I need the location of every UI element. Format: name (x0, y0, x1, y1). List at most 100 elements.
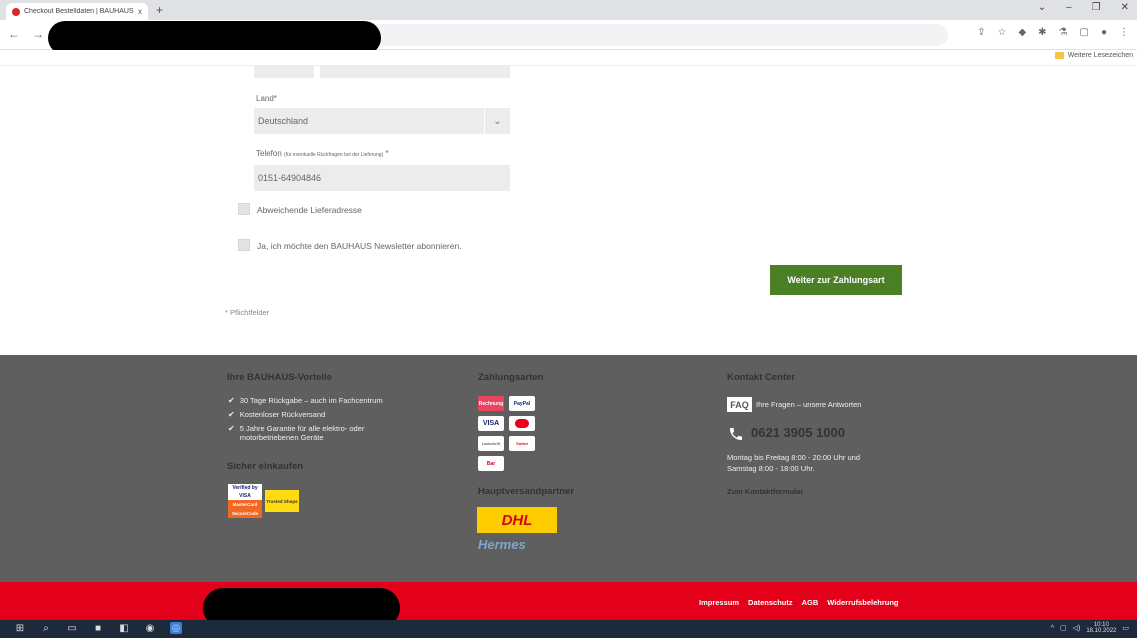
window-controls: ⌄ – ❐ ✕ (1038, 2, 1129, 13)
file-explorer-icon[interactable]: ■ (92, 622, 104, 634)
direct-debit-payment-icon: Lastschrift (478, 436, 504, 451)
verified-by-visa-badge: Verified by VISA (228, 484, 262, 500)
advantage-item: ✔ Kostenloser Rückversand (228, 410, 398, 420)
newsletter-checkbox[interactable] (238, 239, 250, 251)
browser-tab[interactable]: Checkout Bestelldaten | BAUHAUS x (6, 3, 148, 20)
contact-center-title: Kontakt Center (727, 372, 796, 383)
privacy-link[interactable]: Datenschutz (748, 598, 793, 607)
browser-tabbar: Checkout Bestelldaten | BAUHAUS x + ⌄ – … (0, 0, 1137, 20)
terms-link[interactable]: AGB (802, 598, 819, 607)
forward-button[interactable]: → (32, 27, 44, 41)
phone-icon (730, 428, 742, 440)
secure-shopping-title: Sicher einkaufen (227, 461, 304, 472)
flask-icon[interactable]: ⚗ (1059, 27, 1068, 38)
phone-field[interactable]: 0151-64904846 (254, 165, 510, 191)
mastercard-circles-icon (515, 419, 529, 428)
close-window-button[interactable]: ✕ (1121, 2, 1129, 13)
hours-line: Montag bis Freitag 8:00 - 20:00 Uhr und (727, 453, 860, 462)
taskbar-apps: ⊞ ⌕ ▭ ■ ◧ ◉ ◎ (14, 622, 182, 634)
advantages-title: Ihre BAUHAUS-Vorteile (227, 372, 332, 383)
continue-to-payment-button[interactable]: Weiter zur Zahlungsart (770, 265, 902, 295)
minimize-button[interactable]: – (1066, 2, 1072, 13)
tray-overflow-icon[interactable]: ^ (1051, 625, 1054, 632)
tab-title: Checkout Bestelldaten | BAUHAUS (24, 8, 134, 15)
chevron-down-icon: ⌄ (484, 108, 510, 134)
faq-link[interactable]: Ihre Fragen – unsere Antworten (756, 400, 861, 409)
dhl-logo: DHL (477, 507, 557, 533)
new-tab-button[interactable]: + (156, 3, 163, 17)
phone-label: Telefon (für eventuelle Rückfragen bei d… (256, 149, 389, 158)
advantage-text: Kostenloser Rückversand (239, 410, 326, 419)
newsletter-label[interactable]: Ja, ich möchte den BAUHAUS Newsletter ab… (257, 241, 462, 251)
extension-icons: ⇪ ☆ ◆ ✱ ⚗ ▢ ● ⋮ (977, 27, 1129, 38)
edge-icon[interactable]: ◉ (144, 622, 156, 634)
shipping-partner-title: Hauptversandpartner (478, 486, 575, 497)
store-icon[interactable]: ◧ (118, 622, 130, 634)
country-select[interactable]: Deutschland ⌄ (254, 108, 510, 134)
check-icon: ✔ (228, 410, 235, 419)
trusted-shops-badge: Trusted Shops (265, 490, 299, 512)
advantage-item: ✔ 30 Tage Rückgabe – auch im Fachcentrum (228, 396, 398, 406)
clock[interactable]: 10:10 18.10.2022 (1086, 622, 1116, 634)
windows-start-icon[interactable]: ⊞ (14, 622, 26, 634)
search-icon[interactable]: ⌕ (40, 622, 52, 634)
profile-icon[interactable]: ● (1101, 27, 1107, 38)
zip-field[interactable] (254, 66, 314, 78)
hotline-number[interactable]: 0621 3905 1000 (751, 425, 845, 440)
task-view-icon[interactable]: ▭ (66, 622, 78, 634)
chrome-icon[interactable]: ◎ (170, 622, 182, 634)
hermes-logo: Hermes (478, 537, 526, 552)
phone-hint: (für eventuelle Rückfragen bei der Liefe… (284, 152, 384, 158)
bookmarks-folder-label: Weitere Lesezeichen (1067, 52, 1133, 59)
cash-payment-icon: Bar (478, 456, 504, 471)
phone-label-text: Telefon (256, 149, 282, 158)
network-icon[interactable]: ▢ (1060, 624, 1067, 632)
bookmarks-bar: Weitere Lesezeichen (0, 50, 1137, 66)
invoice-payment-icon: Rechnung (478, 396, 504, 411)
folder-icon (1054, 52, 1064, 59)
country-label: Land* (256, 94, 277, 103)
hours-line: Samstag 8:00 - 18:00 Uhr. (727, 463, 815, 473)
country-value: Deutschland (258, 116, 309, 126)
notifications-icon[interactable]: ▭ (1122, 624, 1129, 632)
menu-icon[interactable]: ⋮ (1119, 27, 1129, 38)
sidepanel-icon[interactable]: ▢ (1080, 27, 1089, 38)
puzzle-icon[interactable]: ✱ (1038, 27, 1046, 38)
bookmarks-folder[interactable]: Weitere Lesezeichen (1054, 52, 1133, 59)
visa-payment-icon: VISA (478, 416, 504, 431)
system-tray: ^ ▢ ◁) 10:10 18.10.2022 ▭ (1051, 622, 1129, 634)
screen: Checkout Bestelldaten | BAUHAUS x + ⌄ – … (0, 0, 1137, 638)
check-icon: ✔ (228, 396, 235, 405)
extension-icon[interactable]: ◆ (1018, 27, 1026, 38)
city-field[interactable] (320, 66, 510, 78)
restore-button[interactable]: ❐ (1092, 2, 1101, 13)
check-icon: ✔ (228, 424, 235, 433)
sofort-payment-icon: Sofort (509, 436, 535, 451)
alt-address-checkbox[interactable] (238, 203, 250, 215)
legal-links: Impressum Datenschutz AGB Widerrufsbeleh… (699, 598, 899, 607)
back-button[interactable]: ← (8, 27, 20, 41)
bookmark-star-icon[interactable]: ☆ (997, 27, 1006, 38)
contact-form-link[interactable]: Zum Kontaktformular (727, 487, 803, 496)
tab-search-icon[interactable]: ⌄ (1038, 2, 1046, 13)
legal-bar: Impressum Datenschutz AGB Widerrufsbeleh… (0, 582, 1137, 628)
clock-date: 18.10.2022 (1086, 628, 1117, 634)
windows-taskbar: ⊞ ⌕ ▭ ■ ◧ ◉ ◎ ^ ▢ ◁) 10:10 18.10.2022 ▭ (0, 620, 1137, 638)
phone-value: 0151-64904846 (258, 173, 322, 183)
nav-buttons: ← → (8, 27, 44, 41)
payment-methods-title: Zahlungsarten (478, 372, 544, 383)
footer (0, 355, 1137, 582)
volume-icon[interactable]: ◁) (1073, 624, 1081, 632)
opening-hours: Montag bis Freitag 8:00 - 20:00 Uhr und … (727, 453, 860, 474)
withdrawal-link[interactable]: Widerrufsbelehrung (827, 598, 898, 607)
impressum-link[interactable]: Impressum (699, 598, 739, 607)
tab-close-icon[interactable]: x (138, 7, 142, 16)
share-icon[interactable]: ⇪ (977, 27, 985, 38)
alt-address-label[interactable]: Abweichende Lieferadresse (257, 205, 362, 215)
advantage-text: 5 Jahre Garantie für alle elektro- oder … (239, 424, 365, 443)
bauhaus-favicon-icon (12, 7, 20, 16)
advantage-item: ✔ 5 Jahre Garantie für alle elektro- oder… (228, 424, 398, 443)
paypal-payment-icon: PayPal (509, 396, 535, 411)
advantage-text: 30 Tage Rückgabe – auch im Fachcentrum (239, 396, 383, 405)
faq-badge[interactable]: FAQ (727, 397, 752, 412)
